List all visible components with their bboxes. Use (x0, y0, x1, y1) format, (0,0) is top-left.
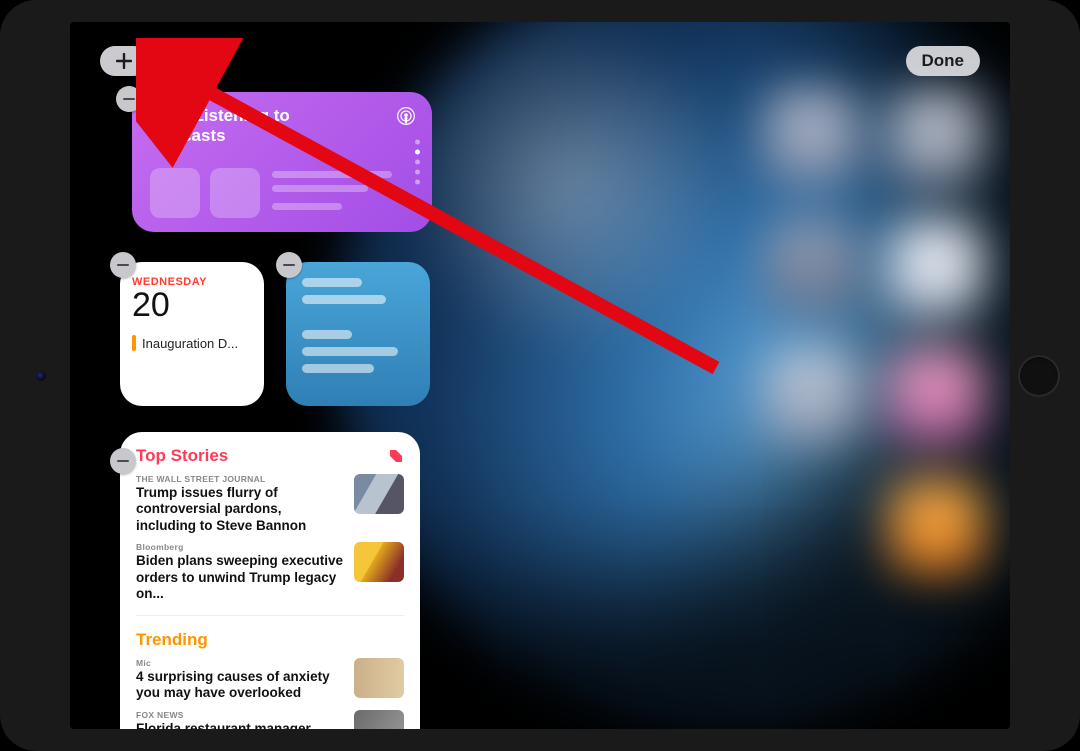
podcasts-widget-title: Start Listening to Podcasts (150, 106, 414, 147)
home-button[interactable] (1018, 355, 1060, 397)
podcasts-icon (396, 106, 416, 126)
remove-widget-button[interactable] (110, 448, 136, 474)
widget-page-indicator (415, 140, 420, 185)
remove-widget-button[interactable] (110, 252, 136, 278)
news-story[interactable]: Mic 4 surprising causes of anxiety you m… (136, 658, 404, 702)
news-story-thumbnail (354, 542, 404, 582)
event-color-bar (132, 335, 136, 351)
calendar-event-title: Inauguration D... (142, 336, 238, 351)
ipad-device-frame: Done Start Listening to Podcasts (0, 0, 1080, 751)
news-section-trending: Trending (136, 630, 404, 650)
today-view-widgets: Start Listening to Podcasts WEDNESDAY (120, 92, 450, 729)
news-story-headline: Florida restaurant manager calls boy sav… (136, 721, 344, 729)
news-story[interactable]: FOX NEWS Florida restaurant manager call… (136, 710, 404, 729)
calendar-widget[interactable]: WEDNESDAY 20 Inauguration D... (120, 262, 264, 406)
apple-news-icon (388, 448, 404, 464)
news-section-top-stories: Top Stories (136, 446, 228, 466)
plus-icon (116, 53, 132, 69)
news-story-source: FOX NEWS (136, 710, 344, 720)
news-story-source: Bloomberg (136, 542, 344, 552)
news-story-thumbnail (354, 710, 404, 729)
front-camera (36, 371, 46, 381)
calendar-day-number: 20 (132, 286, 252, 325)
add-widget-button[interactable] (100, 46, 148, 76)
news-story[interactable]: THE WALL STREET JOURNAL Trump issues flu… (136, 474, 404, 534)
podcasts-widget[interactable]: Start Listening to Podcasts (132, 92, 432, 232)
news-story-source: THE WALL STREET JOURNAL (136, 474, 344, 484)
news-story-headline: Trump issues flurry of controversial par… (136, 485, 344, 534)
news-story-source: Mic (136, 658, 344, 668)
remove-widget-button[interactable] (116, 86, 142, 112)
news-story-headline: Biden plans sweeping executive orders to… (136, 553, 344, 602)
news-story-thumbnail (354, 658, 404, 698)
news-story-headline: 4 surprising causes of anxiety you may h… (136, 669, 344, 702)
news-story-thumbnail (354, 474, 404, 514)
remove-widget-button[interactable] (276, 252, 302, 278)
news-widget[interactable]: Top Stories THE WALL STREET JOURNAL Trum… (120, 432, 420, 729)
done-button[interactable]: Done (906, 46, 981, 76)
news-story[interactable]: Bloomberg Biden plans sweeping executive… (136, 542, 404, 602)
calendar-event: Inauguration D... (132, 335, 252, 351)
screen: Done Start Listening to Podcasts (70, 22, 1010, 729)
weather-widget[interactable] (286, 262, 430, 406)
